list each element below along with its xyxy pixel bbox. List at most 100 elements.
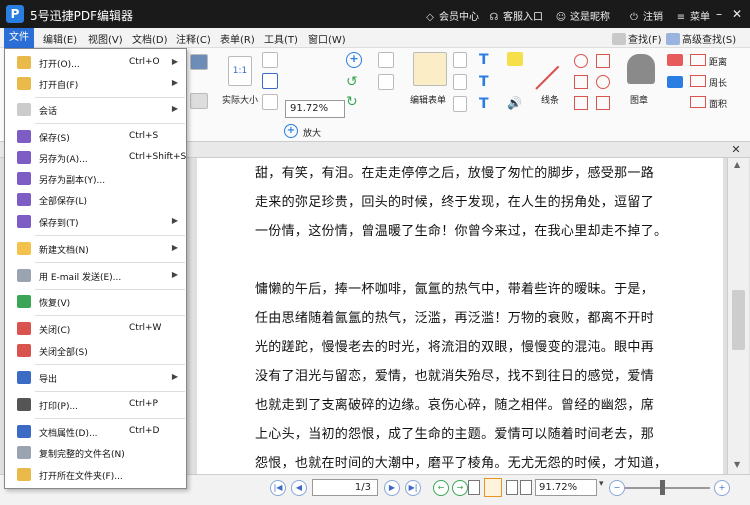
actual-size-label[interactable]: 实际大小 <box>222 93 258 106</box>
typewriter-icon[interactable]: T <box>479 52 495 68</box>
menu-document[interactable]: 文档(D) <box>132 31 168 46</box>
zoom-select[interactable]: 91.72% <box>285 100 345 118</box>
rotate-left-icon[interactable]: ↺ <box>346 74 362 90</box>
find-button[interactable]: 查找(F) <box>612 31 662 46</box>
scrollbar-thumb[interactable] <box>732 290 745 350</box>
menu-item-open[interactable]: 打开(O)... Ctrl+O ▶ <box>5 53 186 73</box>
menu-button[interactable]: ≡ 菜单 <box>675 8 710 23</box>
last-page-icon[interactable]: ▶| <box>405 480 421 496</box>
textbox-icon[interactable]: T <box>479 74 495 90</box>
continuous-page-icon[interactable] <box>484 478 502 497</box>
menu-tools[interactable]: 工具(T) <box>264 31 298 46</box>
area-label[interactable]: 面积 <box>709 97 727 110</box>
zoom-in-label[interactable]: 放大 <box>303 126 321 139</box>
oval-tool-icon[interactable] <box>596 75 610 89</box>
logout-button[interactable]: ⏻ 注销 <box>628 8 663 23</box>
rotate-right-icon[interactable]: ↻ <box>346 94 362 110</box>
member-center-button[interactable]: ◇ 会员中心 <box>424 8 479 23</box>
continuous-facing-icon[interactable] <box>520 480 532 495</box>
fit-page-icon[interactable] <box>262 73 278 89</box>
perimeter-label[interactable]: 周长 <box>709 76 727 89</box>
textfield-icon[interactable] <box>453 52 467 68</box>
vertical-scrollbar[interactable]: ▲ ▼ <box>727 158 749 474</box>
user-button[interactable]: ☺ 这是昵称 <box>555 8 610 23</box>
support-button[interactable]: ☊ 客服入口 <box>488 8 543 23</box>
text-tool-icon[interactable] <box>378 52 394 68</box>
menu-item-save-as[interactable]: 另存为(A)... Ctrl+Shift+S <box>5 148 186 168</box>
single-page-icon[interactable] <box>468 480 480 495</box>
menu-view[interactable]: 视图(V) <box>88 31 123 46</box>
menu-window[interactable]: 窗口(W) <box>308 31 346 46</box>
distance-icon[interactable] <box>690 54 706 66</box>
menu-item-print[interactable]: 打印(P)... Ctrl+P <box>5 395 186 415</box>
perimeter-icon[interactable] <box>690 75 706 87</box>
status-zoom-in-icon[interactable]: + <box>714 480 730 496</box>
cloud-tool-icon[interactable] <box>574 96 588 110</box>
menu-item-close-all[interactable]: 关闭全部(S) <box>5 341 186 361</box>
zoom-slider-thumb[interactable] <box>660 480 665 495</box>
zoom-in-icon[interactable]: + <box>284 124 298 138</box>
menu-item-save[interactable]: 保存(S) Ctrl+S <box>5 127 186 147</box>
menu-item-close[interactable]: 关闭(C) Ctrl+W <box>5 319 186 339</box>
stamp-icon[interactable] <box>627 54 655 84</box>
pdf-page[interactable]: 甜，有笑，有泪。在走走停停之后，放慢了匆忙的脚步，感受那一路 走来的弥足珍贵，回… <box>197 158 723 474</box>
status-zoom-out-icon[interactable]: − <box>609 480 625 496</box>
menu-item-save-all[interactable]: 全部保存(L) <box>5 190 186 210</box>
callout-icon[interactable]: T <box>479 96 495 112</box>
menu-item-open-folder[interactable]: 打开所在文件夹(F)... <box>5 465 186 485</box>
menu-item-new-document[interactable]: 新建文档(N) ▶ <box>5 239 186 259</box>
polyline-tool-icon[interactable] <box>596 96 610 110</box>
menu-item-save-copy[interactable]: 另存为副本(Y)... <box>5 169 186 189</box>
minimize-button[interactable]: – <box>710 5 728 23</box>
line-label[interactable]: 线条 <box>541 93 559 106</box>
camera-icon[interactable] <box>190 54 208 70</box>
menu-item-save-to[interactable]: 保存到(T) ▶ <box>5 212 186 232</box>
status-zoom-select[interactable]: 91.72% <box>535 479 597 496</box>
circle-tool-icon[interactable] <box>574 54 588 68</box>
sound-icon[interactable]: 🔊 <box>507 96 523 110</box>
menu-comment[interactable]: 注释(C) <box>176 31 211 46</box>
polygon-tool-icon[interactable] <box>596 54 610 68</box>
scroll-down-icon[interactable]: ▼ <box>734 460 740 469</box>
forward-icon[interactable]: → <box>452 480 468 496</box>
menu-item-session[interactable]: 会话 ▶ <box>5 100 186 120</box>
menu-item-email[interactable]: 用 E-mail 发送(E)... ▶ <box>5 266 186 286</box>
page-number-input[interactable]: 1/3 <box>312 479 378 496</box>
zoom-dropdown-icon[interactable]: ▾ <box>599 479 604 489</box>
next-page-icon[interactable]: ▶ <box>384 480 400 496</box>
stamp-label[interactable]: 图章 <box>630 93 648 106</box>
checkbox-icon[interactable] <box>453 74 467 90</box>
radio-icon[interactable] <box>453 96 467 112</box>
zoom-plus-icon[interactable]: + <box>346 52 362 68</box>
line-tool-icon[interactable] <box>535 65 560 90</box>
close-window-button[interactable]: ✕ <box>728 5 746 23</box>
note-icon[interactable] <box>507 52 523 66</box>
edit-form-icon[interactable] <box>413 52 447 86</box>
area-icon[interactable] <box>690 96 706 108</box>
edit-form-label[interactable]: 编辑表单 <box>410 93 446 106</box>
menu-file[interactable]: 文件 <box>4 28 34 48</box>
scroll-up-icon[interactable]: ▲ <box>734 160 740 169</box>
menu-edit[interactable]: 编辑(E) <box>43 31 77 46</box>
menu-item-open-from[interactable]: 打开自(F) ▶ <box>5 74 186 94</box>
eraser-icon[interactable] <box>667 54 683 66</box>
menu-item-properties[interactable]: 文档属性(D)... Ctrl+D <box>5 422 186 442</box>
back-icon[interactable]: ← <box>433 480 449 496</box>
page-layout-icon[interactable] <box>190 93 208 109</box>
menu-item-copy-filename[interactable]: 复制完整的文件名(N) <box>5 443 186 463</box>
image-tool-icon[interactable] <box>378 74 394 90</box>
actual-size-icon[interactable]: 1:1 <box>228 56 252 86</box>
facing-page-icon[interactable] <box>506 480 518 495</box>
zoom-slider-track[interactable] <box>625 487 710 489</box>
menu-item-export[interactable]: 导出 ▶ <box>5 368 186 388</box>
menu-form[interactable]: 表单(R) <box>220 31 255 46</box>
select-icon[interactable] <box>262 52 278 68</box>
first-page-icon[interactable]: |◀ <box>270 480 286 496</box>
close-document-icon[interactable]: ✕ <box>728 142 744 158</box>
prev-page-icon[interactable]: ◀ <box>291 480 307 496</box>
fit-width-icon[interactable] <box>262 94 278 110</box>
pen-icon[interactable] <box>667 76 683 88</box>
rectangle-tool-icon[interactable] <box>574 75 588 89</box>
advanced-find-button[interactable]: 高级查找(S) <box>666 31 736 46</box>
distance-label[interactable]: 距离 <box>709 55 727 68</box>
